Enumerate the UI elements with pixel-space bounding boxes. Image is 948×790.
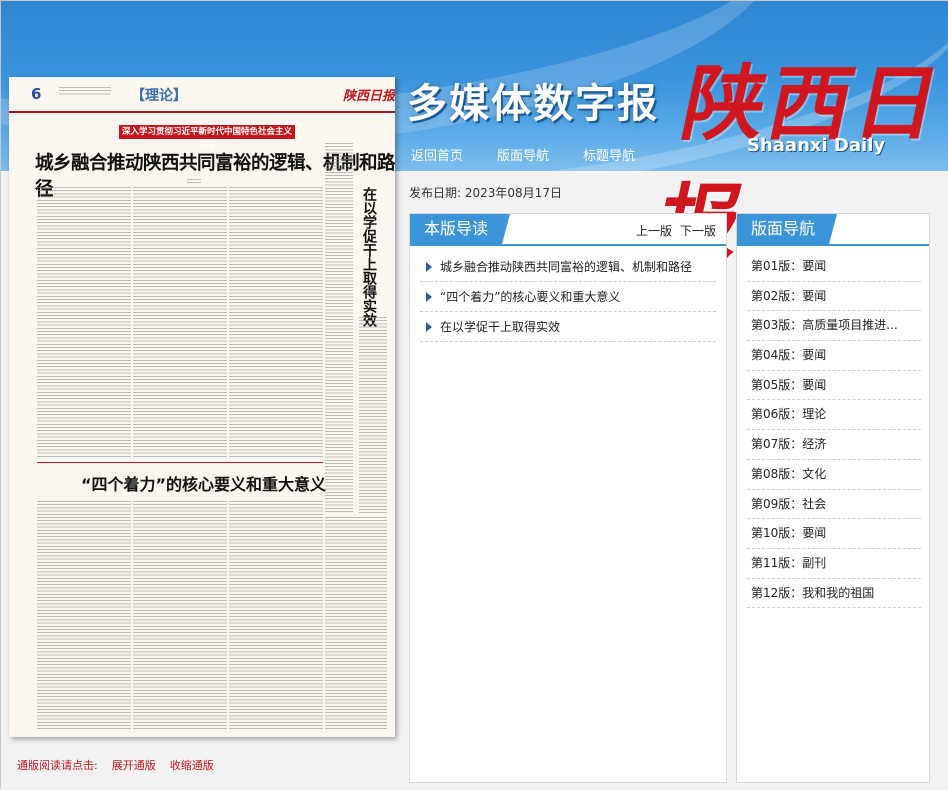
full-page-reading-links: 通版阅读请点击: 展开通版 收缩通版	[17, 757, 214, 773]
publish-date-label: 发布日期:	[409, 186, 462, 200]
page-section-label: 【理论】	[131, 88, 187, 104]
article-headline-3[interactable]: 在以学促干上取得实效	[359, 187, 377, 327]
article-divider	[37, 462, 323, 463]
panel-title: 本版导读	[410, 214, 511, 244]
page-list-item[interactable]: 第04版：要闻	[747, 341, 921, 371]
article-2-body	[133, 501, 227, 729]
page-list-item[interactable]: 第09版：社会	[747, 490, 921, 520]
article-1-body	[133, 187, 227, 457]
nav-title-navigation-link[interactable]: 标题导航	[583, 145, 635, 164]
article-list-item[interactable]: “四个着力”的核心要义和重大意义	[420, 282, 716, 312]
next-page-link[interactable]: 下一版	[680, 222, 716, 239]
page-list-item[interactable]: 第07版：经济	[747, 430, 921, 460]
article-1-body	[229, 187, 323, 457]
article-3-body	[359, 317, 387, 513]
page-list-item[interactable]: 第01版：要闻	[747, 252, 921, 282]
page-header-strip	[9, 77, 395, 113]
page-list-item[interactable]: 第02版：要闻	[747, 282, 921, 312]
page-list-item[interactable]: 第12版：我和我的祖国	[747, 579, 921, 609]
page-list-item[interactable]: 第06版：理论	[747, 400, 921, 431]
article-guide-panel: 本版导读 上一版 下一版 城乡融合推动陕西共同富裕的逻辑、机制和路径 “四个着力…	[409, 213, 727, 783]
article-3-body	[325, 143, 353, 513]
article-2-body	[37, 501, 131, 729]
page-pager: 上一版 下一版	[636, 222, 716, 239]
nav-home-link[interactable]: 返回首页	[411, 145, 463, 164]
article-byline	[187, 179, 201, 183]
page-list: 第01版：要闻 第02版：要闻 第03版：高质量项目推进... 第04版：要闻 …	[747, 252, 921, 609]
page-navigation-panel: 版面导航 第01版：要闻 第02版：要闻 第03版：高质量项目推进... 第04…	[736, 213, 930, 783]
prev-page-link[interactable]: 上一版	[636, 222, 672, 239]
article-list-item[interactable]: 城乡融合推动陕西共同富裕的逻辑、机制和路径	[420, 252, 716, 282]
newspaper-logo-english: Shaanxi Daily	[747, 135, 886, 156]
publish-date-value: 2023年08月17日	[464, 186, 562, 200]
panel-title: 版面导航	[737, 214, 838, 244]
article-list: 城乡融合推动陕西共同富裕的逻辑、机制和路径 “四个着力”的核心要义和重大意义 在…	[420, 252, 716, 342]
page-masthead: 陕西日报	[343, 89, 395, 104]
page-dateline	[59, 87, 129, 95]
article-headline-2[interactable]: “四个着力”的核心要义和重大意义	[81, 471, 326, 495]
expand-full-page-link[interactable]: 展开通版	[112, 757, 156, 773]
panel-header: 版面导航	[737, 214, 929, 246]
collapse-full-page-link[interactable]: 收缩通版	[170, 757, 214, 773]
page-list-item[interactable]: 第05版：要闻	[747, 371, 921, 401]
page-number: 6	[31, 85, 42, 103]
page-list-item[interactable]: 第10版：要闻	[747, 519, 921, 549]
nav-page-navigation-link[interactable]: 版面导航	[497, 145, 549, 164]
brand-title: 多媒体数字报	[407, 81, 659, 127]
article-3-body	[325, 517, 387, 729]
page-list-item[interactable]: 第08版：文化	[747, 460, 921, 490]
theme-banner: 深入学习贯彻习近平新时代中国特色社会主义思想	[119, 125, 295, 151]
page-list-item[interactable]: 第11版：副刊	[747, 549, 921, 579]
article-2-body	[229, 501, 323, 729]
publish-date: 发布日期: 2023年08月17日	[409, 184, 562, 201]
article-1-body	[37, 187, 131, 457]
triangle-bullet-icon	[426, 321, 432, 332]
triangle-bullet-icon	[426, 291, 432, 302]
triangle-bullet-icon	[426, 261, 432, 272]
page-list-item[interactable]: 第03版：高质量项目推进...	[747, 311, 921, 342]
newspaper-page-image[interactable]: 6 【理论】 陕西日报 深入学习贯彻习近平新时代中国特色社会主义思想 城乡融合推…	[9, 77, 395, 737]
top-nav: 返回首页 版面导航 标题导航	[411, 145, 635, 164]
article-list-item[interactable]: 在以学促干上取得实效	[420, 312, 716, 342]
panel-header: 本版导读 上一版 下一版	[410, 214, 726, 246]
full-page-label: 通版阅读请点击:	[17, 759, 98, 772]
